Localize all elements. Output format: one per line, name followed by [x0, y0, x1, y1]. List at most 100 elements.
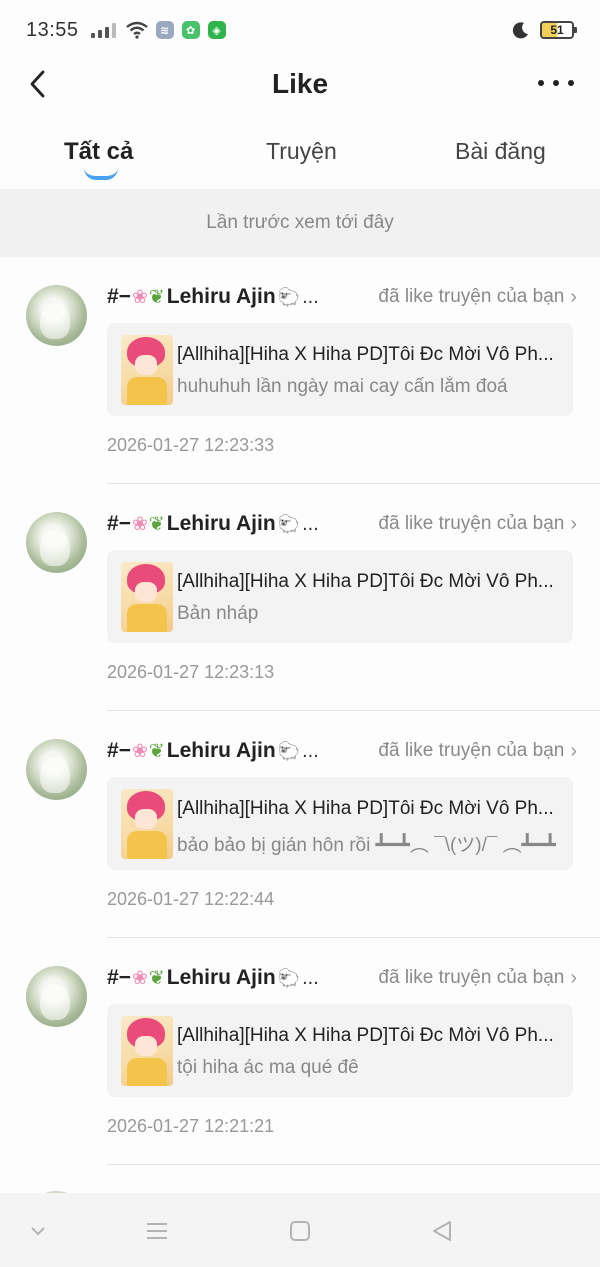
- avatar[interactable]: [26, 966, 87, 1027]
- moon-icon: [512, 22, 528, 39]
- action-text: đã like truyện của bạn: [378, 513, 565, 534]
- chevron-right-icon[interactable]: ›: [570, 513, 577, 536]
- flower-icon: ❀: [131, 740, 148, 762]
- avatar[interactable]: [26, 739, 87, 800]
- name-ellipsis: ...: [302, 966, 319, 989]
- leaf-icon: ❦: [148, 286, 165, 308]
- dot: [553, 80, 559, 86]
- sheep-icon: 🐑: [277, 286, 301, 307]
- system-nav-bar: [0, 1193, 600, 1267]
- nav-back-button[interactable]: [428, 1217, 456, 1245]
- sheep-icon: 🐑: [277, 967, 301, 988]
- chevron-left-icon: [30, 70, 45, 98]
- avatar[interactable]: [26, 512, 87, 573]
- menu-icon: [147, 1223, 167, 1239]
- nav-home-button[interactable]: [286, 1217, 314, 1245]
- tab-all[interactable]: Tất cả: [64, 138, 133, 166]
- nav-hide-button[interactable]: [24, 1217, 52, 1245]
- wifi-icon: [125, 21, 148, 39]
- story-comment: Bản nháp: [177, 603, 259, 624]
- divider: [107, 710, 600, 711]
- chevron-right-icon[interactable]: ›: [570, 286, 577, 309]
- chevron-down-icon: [31, 1227, 45, 1236]
- active-tab-indicator: [84, 168, 118, 180]
- user-prefix: #−: [107, 739, 131, 762]
- story-title: [Allhiha][Hiha X Hiha PD]Tôi Đc Mời Vô P…: [177, 1025, 554, 1046]
- home-square-icon: [290, 1221, 310, 1241]
- name-ellipsis: ...: [302, 285, 319, 308]
- list-item-partial: [0, 1165, 600, 1195]
- name-ellipsis: ...: [302, 739, 319, 762]
- flower-icon: ❀: [131, 286, 148, 308]
- more-options-button[interactable]: [538, 70, 574, 96]
- timestamp: 2026-01-27 12:23:33: [107, 435, 275, 455]
- story-title: [Allhiha][Hiha X Hiha PD]Tôi Đc Mời Vô P…: [177, 798, 554, 819]
- avatar[interactable]: [26, 285, 87, 346]
- action-text: đã like truyện của bạn: [378, 967, 565, 988]
- story-card[interactable]: [Allhiha][Hiha X Hiha PD]Tôi Đc Mời Vô P…: [107, 550, 573, 643]
- story-cover-image: [121, 1016, 173, 1086]
- tab-bar: Tất cả Truyện Bài đăng: [0, 128, 600, 188]
- status-right: 51: [512, 21, 577, 39]
- leaf-icon: ❦: [148, 513, 165, 535]
- story-comment: bảo bảo bị gián hôn rồi ┻━┻︵ ¯\(ツ)/¯ ︵┻━…: [177, 835, 556, 856]
- header: Like: [0, 58, 600, 110]
- timestamp: 2026-01-27 12:21:21: [107, 1116, 275, 1136]
- sheep-icon: 🐑: [277, 740, 301, 761]
- tab-posts[interactable]: Bài đăng: [455, 138, 546, 165]
- user-line: #− ❀ ❦ Lehiru Ajin 🐑 ... đã like truyện …: [107, 736, 577, 766]
- flower-icon: ❀: [131, 513, 148, 535]
- timestamp: 2026-01-27 12:23:13: [107, 662, 275, 682]
- user-prefix: #−: [107, 512, 131, 535]
- back-button[interactable]: [22, 66, 52, 102]
- leaf-icon: ❦: [148, 740, 165, 762]
- story-cover-image: [121, 789, 173, 859]
- chevron-right-icon[interactable]: ›: [570, 740, 577, 763]
- list-item[interactable]: #− ❀ ❦ Lehiru Ajin 🐑 ... đã like truyện …: [0, 258, 600, 484]
- user-line: #− ❀ ❦ Lehiru Ajin 🐑 ... đã like truyện …: [107, 282, 577, 312]
- notification-badge-icon: ≋: [155, 21, 174, 39]
- story-cover-image: [121, 335, 173, 405]
- story-title: [Allhiha][Hiha X Hiha PD]Tôi Đc Mời Vô P…: [177, 571, 554, 592]
- story-comment: tội hiha ác ma qué đê: [177, 1057, 359, 1078]
- user-name[interactable]: Lehiru Ajin: [167, 512, 276, 536]
- user-name[interactable]: Lehiru Ajin: [167, 966, 276, 990]
- story-title: [Allhiha][Hiha X Hiha PD]Tôi Đc Mời Vô P…: [177, 344, 554, 365]
- list-item[interactable]: #− ❀ ❦ Lehiru Ajin 🐑 ... đã like truyện …: [0, 485, 600, 711]
- signal-icon: [90, 22, 116, 38]
- user-prefix: #−: [107, 285, 131, 308]
- notification-badge-icon: ✿: [181, 21, 200, 39]
- user-line: #− ❀ ❦ Lehiru Ajin 🐑 ... đã like truyện …: [107, 509, 577, 539]
- action-text: đã like truyện của bạn: [378, 286, 565, 307]
- tab-stories[interactable]: Truyện: [266, 138, 337, 165]
- story-comment: huhuhuh lần ngày mai cay cấn lắm đoá: [177, 376, 508, 397]
- shield-badge-icon: ◈: [207, 21, 226, 39]
- user-name[interactable]: Lehiru Ajin: [167, 285, 276, 309]
- name-ellipsis: ...: [302, 512, 319, 535]
- last-viewed-banner: Lần trước xem tới đây: [0, 189, 600, 257]
- divider: [107, 483, 600, 484]
- story-card[interactable]: [Allhiha][Hiha X Hiha PD]Tôi Đc Mời Vô P…: [107, 323, 573, 416]
- leaf-icon: ❦: [148, 967, 165, 989]
- status-time: 13:55: [26, 18, 79, 41]
- user-name[interactable]: Lehiru Ajin: [167, 739, 276, 763]
- sheep-icon: 🐑: [277, 513, 301, 534]
- chevron-right-icon[interactable]: ›: [570, 967, 577, 990]
- story-card[interactable]: [Allhiha][Hiha X Hiha PD]Tôi Đc Mời Vô P…: [107, 777, 573, 870]
- battery-icon: 51: [540, 21, 577, 39]
- list-item[interactable]: #− ❀ ❦ Lehiru Ajin 🐑 ... đã like truyện …: [0, 712, 600, 938]
- user-prefix: #−: [107, 966, 131, 989]
- nav-menu-button[interactable]: [143, 1217, 171, 1245]
- user-line: #− ❀ ❦ Lehiru Ajin 🐑 ... đã like truyện …: [107, 963, 577, 993]
- timestamp: 2026-01-27 12:22:44: [107, 889, 275, 909]
- divider: [107, 937, 600, 938]
- action-text: đã like truyện của bạn: [378, 740, 565, 761]
- story-cover-image: [121, 562, 173, 632]
- story-card[interactable]: [Allhiha][Hiha X Hiha PD]Tôi Đc Mời Vô P…: [107, 1004, 573, 1097]
- page-title: Like: [271, 68, 329, 99]
- back-triangle-icon: [433, 1221, 451, 1241]
- status-bar: 13:55 ≋ ✿ ◈ 51: [0, 0, 600, 60]
- flower-icon: ❀: [131, 967, 148, 989]
- list-item[interactable]: #− ❀ ❦ Lehiru Ajin 🐑 ... đã like truyện …: [0, 939, 600, 1165]
- dot: [568, 80, 574, 86]
